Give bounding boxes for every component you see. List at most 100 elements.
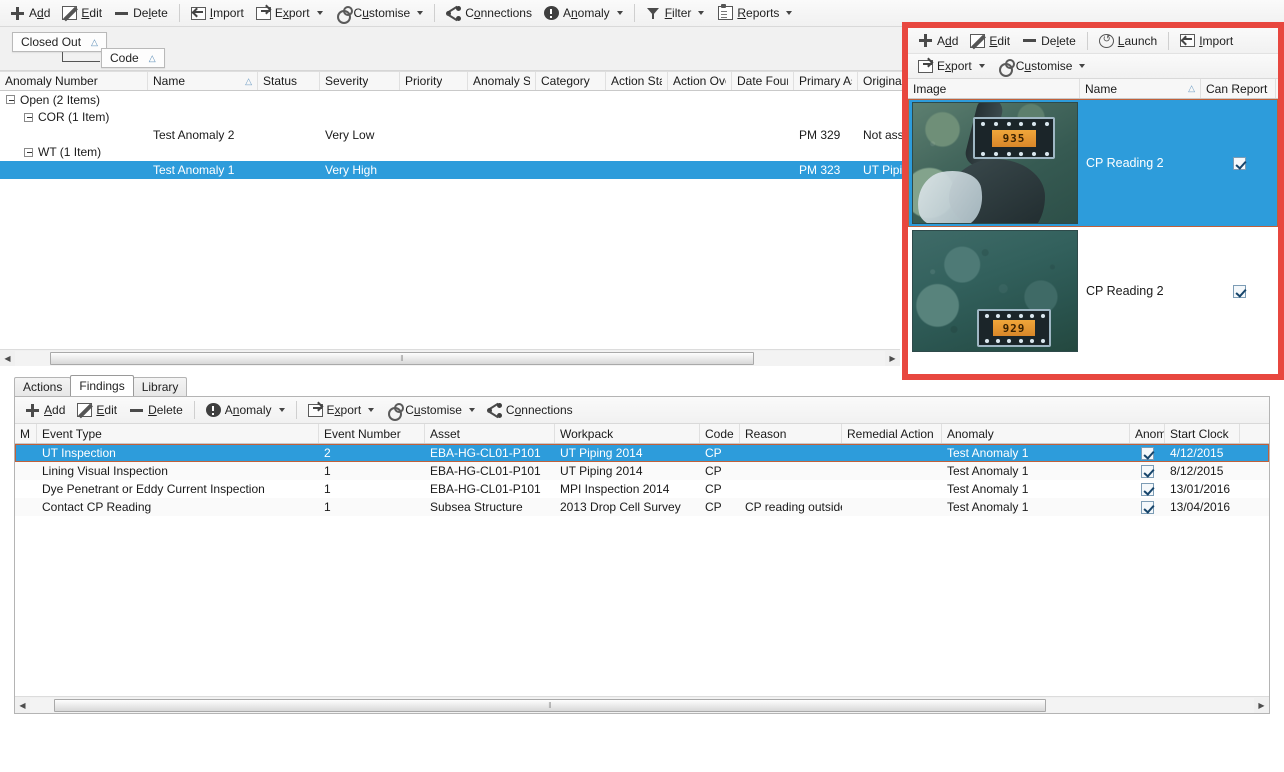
- image-import-button[interactable]: Import: [1174, 30, 1239, 52]
- findings-delete-button[interactable]: Delete: [123, 399, 189, 421]
- column-header-anomaly-se[interactable]: Anomaly Se: [468, 72, 536, 90]
- findings-edit-button-label: Edit: [96, 403, 118, 417]
- scroll-left-arrow-icon[interactable]: ◀: [0, 351, 15, 366]
- hscroll-track[interactable]: ‖: [30, 697, 1254, 713]
- column-header-start-clock-10[interactable]: Start Clock: [1165, 424, 1240, 443]
- table-row[interactable]: Dye Penetrant or Eddy Current Inspection…: [15, 480, 1269, 498]
- group-chip-closed-out[interactable]: Closed Out △: [12, 32, 107, 52]
- image-grid-body[interactable]: 935 CP Reading 2 929 CP Reading 2: [908, 99, 1278, 355]
- cp-meter-reading-display: 935: [992, 129, 1036, 147]
- table-cell-anomaly_flag: [1130, 446, 1165, 460]
- scroll-left-arrow-icon[interactable]: ◀: [15, 698, 30, 713]
- column-header-anomaly-8[interactable]: Anomaly: [942, 424, 1130, 443]
- image-row[interactable]: 935 CP Reading 2: [908, 99, 1278, 227]
- filter-button[interactable]: Filter: [640, 2, 711, 24]
- column-header-priority[interactable]: Priority: [400, 72, 468, 90]
- column-header-primary-ass[interactable]: Primary Ass: [794, 72, 858, 90]
- collapse-group-icon[interactable]: [24, 147, 33, 157]
- chevron-down-icon[interactable]: [468, 408, 475, 412]
- import-button[interactable]: Import: [185, 2, 250, 24]
- tab-library[interactable]: Library: [132, 377, 188, 396]
- scroll-right-arrow-icon[interactable]: ▶: [1254, 698, 1269, 713]
- image-add-button[interactable]: Add: [912, 30, 964, 52]
- image-thumbnail-cell[interactable]: 935: [908, 99, 1080, 227]
- findings-anomaly-button-label: Anomaly: [224, 403, 272, 417]
- collapse-group-icon[interactable]: [24, 112, 33, 122]
- image-launch-button[interactable]: ↺ Launch: [1093, 30, 1163, 52]
- column-header-name[interactable]: Name △: [1080, 79, 1201, 98]
- findings-export-button[interactable]: Export: [302, 399, 381, 421]
- collapse-group-icon[interactable]: [6, 95, 15, 105]
- column-header-date-found[interactable]: Date Found: [732, 72, 794, 90]
- findings-customise-button[interactable]: Customise: [380, 399, 481, 421]
- column-header-reason-6[interactable]: Reason: [740, 424, 842, 443]
- image-export-button[interactable]: Export: [912, 55, 991, 77]
- tab-actions[interactable]: Actions: [14, 377, 72, 396]
- export-button[interactable]: Export: [250, 2, 329, 24]
- image-customise-button[interactable]: Customise: [991, 55, 1092, 77]
- chevron-down-icon[interactable]: [417, 11, 424, 15]
- column-header-action-over[interactable]: Action Over: [668, 72, 732, 90]
- column-header-anomaly-9[interactable]: Anomaly: [1130, 424, 1165, 443]
- group-connector-line: [62, 52, 100, 62]
- anomaly-checkbox[interactable]: [1141, 482, 1154, 496]
- connections-button[interactable]: Connections: [440, 2, 538, 24]
- table-row[interactable]: Contact CP Reading 1 Subsea Structure 2013 …: [15, 498, 1269, 516]
- scroll-right-arrow-icon[interactable]: ▶: [885, 351, 900, 366]
- column-header-event-number-2[interactable]: Event Number: [319, 424, 425, 443]
- image-row[interactable]: 929 CP Reading 2: [908, 227, 1278, 355]
- chevron-down-icon[interactable]: [978, 64, 985, 68]
- tab-findings[interactable]: Findings: [70, 375, 134, 396]
- chevron-down-icon[interactable]: [278, 408, 285, 412]
- column-header-remedial-action-7[interactable]: Remedial Action: [842, 424, 942, 443]
- findings-connections-button[interactable]: Connections: [481, 399, 579, 421]
- customise-button[interactable]: Customise: [329, 2, 430, 24]
- can-report-checkbox[interactable]: [1233, 284, 1246, 298]
- cp-meter-device: 935: [973, 117, 1055, 159]
- findings-hscrollbar[interactable]: ◀ ‖ ▶: [15, 696, 1269, 713]
- table-row[interactable]: UT Inspection 2 EBA-HG-CL01-P101 UT Piping …: [15, 444, 1269, 462]
- column-header-can-report[interactable]: Can Report: [1201, 79, 1276, 98]
- image-edit-button[interactable]: Edit: [964, 30, 1016, 52]
- chevron-down-icon[interactable]: [698, 11, 705, 15]
- column-header-event-type-1[interactable]: Event Type: [37, 424, 319, 443]
- reports-button[interactable]: Reports: [710, 2, 798, 24]
- column-header-category[interactable]: Category: [536, 72, 606, 90]
- column-header-asset-3[interactable]: Asset: [425, 424, 555, 443]
- image-thumbnail-cell[interactable]: 929: [908, 227, 1080, 355]
- plus-icon: [10, 6, 25, 21]
- image-delete-button[interactable]: Delete: [1016, 30, 1082, 52]
- column-header-image[interactable]: Image: [908, 79, 1080, 98]
- chevron-down-icon[interactable]: [368, 408, 375, 412]
- column-header-code-5[interactable]: Code: [700, 424, 740, 443]
- chevron-down-icon[interactable]: [616, 11, 623, 15]
- hscroll-thumb[interactable]: ‖: [49, 351, 755, 365]
- hscroll-track[interactable]: ‖: [15, 350, 885, 366]
- findings-add-button[interactable]: Add: [19, 399, 71, 421]
- group-chip-code[interactable]: Code △: [101, 48, 165, 68]
- anomaly-checkbox[interactable]: [1141, 464, 1154, 478]
- anomaly-checkbox[interactable]: [1141, 446, 1154, 460]
- column-header-name[interactable]: Name △: [148, 72, 258, 90]
- column-header-status[interactable]: Status: [258, 72, 320, 90]
- edit-button[interactable]: Edit: [56, 2, 108, 24]
- column-header-m-0[interactable]: M: [15, 424, 37, 443]
- column-header-action-statu[interactable]: Action Statu: [606, 72, 668, 90]
- delete-button[interactable]: Delete: [108, 2, 174, 24]
- anomaly-button[interactable]: Anomaly: [538, 2, 629, 24]
- hscroll-thumb[interactable]: ‖: [54, 698, 1046, 712]
- chevron-down-icon[interactable]: [316, 11, 323, 15]
- chevron-down-icon[interactable]: [1079, 64, 1086, 68]
- anomaly-checkbox[interactable]: [1141, 500, 1154, 514]
- table-row[interactable]: Lining Visual Inspection 1 EBA-HG-CL01-P10…: [15, 462, 1269, 480]
- findings-anomaly-button[interactable]: Anomaly: [200, 399, 291, 421]
- column-header-workpack-4[interactable]: Workpack: [555, 424, 700, 443]
- column-header-severity[interactable]: Severity: [320, 72, 400, 90]
- chevron-down-icon[interactable]: [786, 11, 793, 15]
- can-report-checkbox[interactable]: [1233, 156, 1246, 170]
- column-header-anomaly-number[interactable]: Anomaly Number: [0, 72, 148, 90]
- anomaly-grid-hscrollbar[interactable]: ◀ ‖ ▶: [0, 349, 900, 366]
- add-button[interactable]: Add: [4, 2, 56, 24]
- findings-edit-button[interactable]: Edit: [71, 399, 123, 421]
- findings-grid-body[interactable]: UT Inspection 2 EBA-HG-CL01-P101 UT Piping …: [15, 444, 1269, 696]
